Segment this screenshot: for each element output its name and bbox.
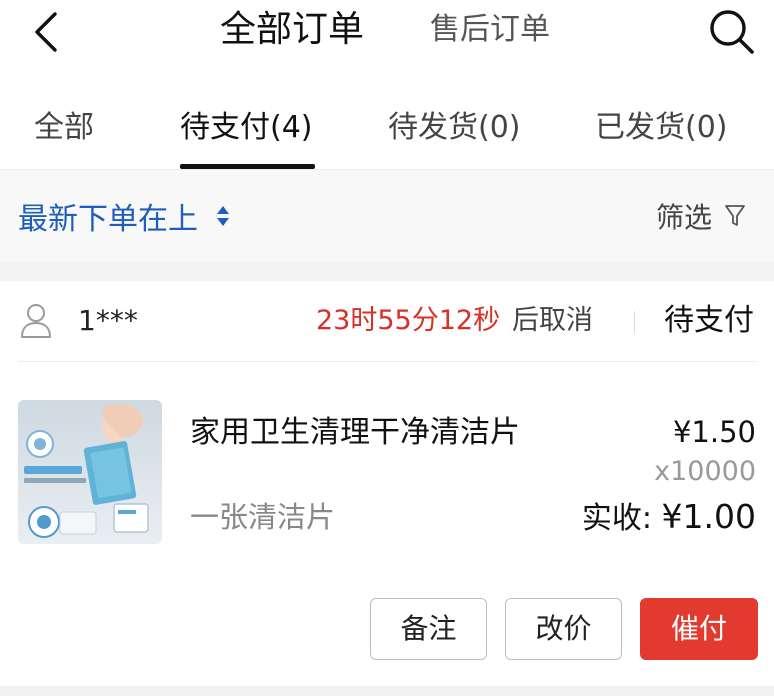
tab-pending-shipment[interactable]: 待发货(0) [388,106,521,150]
user-avatar-icon [21,304,51,338]
top-nav-bar: 全部订单 售后订单 [0,0,774,68]
search-icon [710,10,754,54]
sort-arrows-icon [216,205,230,227]
actual-received-label: 实收: [581,501,652,536]
tab-shipped[interactable]: 已发货(0) [595,106,728,150]
back-button[interactable] [22,6,70,58]
list-bottom-spacer [0,686,774,696]
product-name[interactable]: 家用卫生清理干净清洁片 [190,411,520,455]
filter-label: 筛选 [656,201,713,234]
note-button[interactable]: 备注 [370,598,487,660]
urge-payment-button[interactable]: 催付 [640,598,758,660]
actual-received: 实收: ¥1.00 [582,495,756,539]
order-card-header: 1*** 23时55分12秒 后取消 待支付 [0,281,774,361]
quantity: x10000 [654,456,756,487]
product-thumbnail[interactable] [18,400,162,544]
order-status: 待支付 [664,303,754,338]
cancel-suffix: 后取消 [512,305,593,336]
payment-countdown: 23时55分12秒 [316,305,501,336]
filter-button[interactable]: 筛选 [656,194,746,238]
tab-all[interactable]: 全部 [34,106,94,150]
page-title[interactable]: 全部订单 [220,6,364,54]
order-status-tabs: 全部 待支付(4) 待发货(0) 已发货(0) [0,68,774,170]
tab-pending-payment[interactable]: 待支付(4) [180,106,313,150]
card-divider [18,361,756,362]
product-spec: 一张清洁片 [190,500,336,534]
back-arrow-icon [35,12,57,52]
search-button[interactable] [704,4,758,58]
active-tab-indicator [180,164,315,169]
header-separator [634,311,635,333]
actual-received-amount: ¥1.00 [661,497,756,536]
buyer-name: 1*** [78,304,138,337]
order-card: 1*** 23时55分12秒 后取消 待支付 家用卫生清理干净清洁片 一张清洁片… [0,281,774,686]
sort-dropdown[interactable]: 最新下单在上 [18,194,230,238]
filter-funnel-icon [724,203,746,229]
after-sales-orders-tab[interactable]: 售后订单 [430,8,550,52]
change-price-button[interactable]: 改价 [505,598,622,660]
sort-filter-bar: 最新下单在上 筛选 [0,170,774,262]
sort-label: 最新下单在上 [18,202,198,237]
unit-price: ¥1.50 [672,415,756,449]
